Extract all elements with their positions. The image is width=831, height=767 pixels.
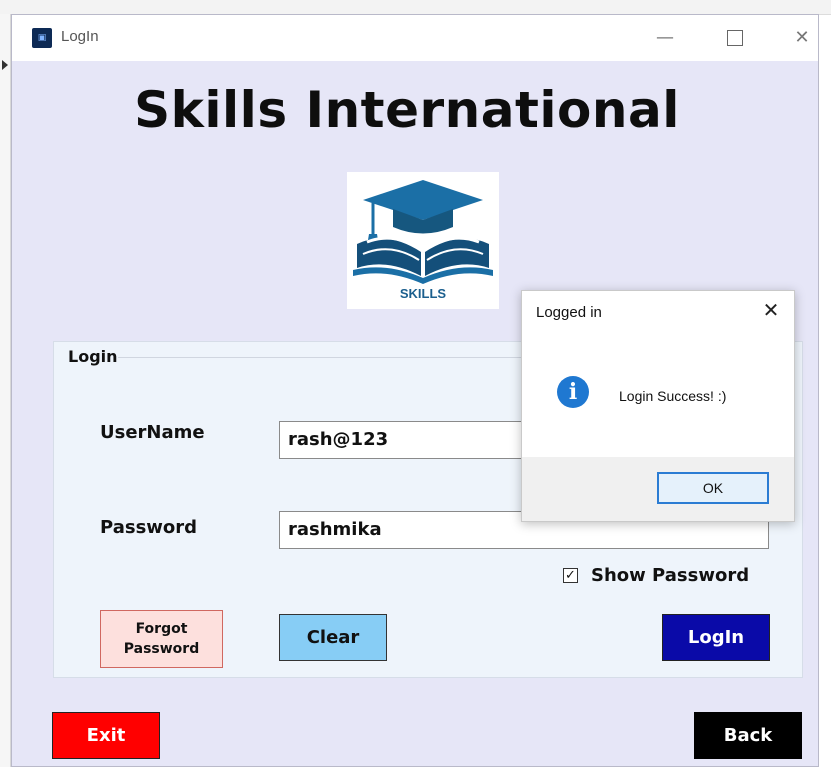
dialog-message: Login Success! :) [619,388,727,404]
password-label: Password [100,517,198,538]
back-button[interactable]: Back [694,712,802,759]
ok-button[interactable]: OK [657,472,769,504]
dialog-close-button[interactable]: ✕ [758,298,784,324]
info-icon: i [557,376,589,408]
maximize-button[interactable] [715,23,755,53]
dialog-footer: OK [522,457,794,521]
app-icon: ▣ [32,28,52,48]
background-window-edge [0,14,11,767]
show-password-label: Show Password [591,565,750,586]
show-password-checkbox[interactable]: ✓ [563,568,578,583]
forgot-password-line2: Password [123,641,200,657]
message-dialog: Logged in ✕ i Login Success! :) OK [521,290,795,522]
clear-button[interactable]: Clear [279,614,387,661]
forgot-password-line1: Forgot [135,621,188,637]
minimize-button[interactable]: — [645,23,685,53]
logo-text: SKILLS [399,286,447,301]
forgot-password-button[interactable]: Forgot Password [100,610,223,668]
title-bar[interactable]: ▣ LogIn — ✕ [12,15,818,61]
background-window-strip [0,0,831,15]
window-title: LogIn [61,28,99,45]
dialog-title: Logged in [536,304,602,321]
app-heading: Skills International [134,81,680,139]
maximize-icon [727,30,743,46]
exit-button[interactable]: Exit [52,712,160,759]
skills-logo: SKILLS [347,172,499,309]
username-label: UserName [100,422,205,443]
login-button[interactable]: LogIn [662,614,770,661]
group-label: Login [68,347,118,366]
arrow-icon [2,60,8,70]
close-button[interactable]: ✕ [782,23,822,53]
